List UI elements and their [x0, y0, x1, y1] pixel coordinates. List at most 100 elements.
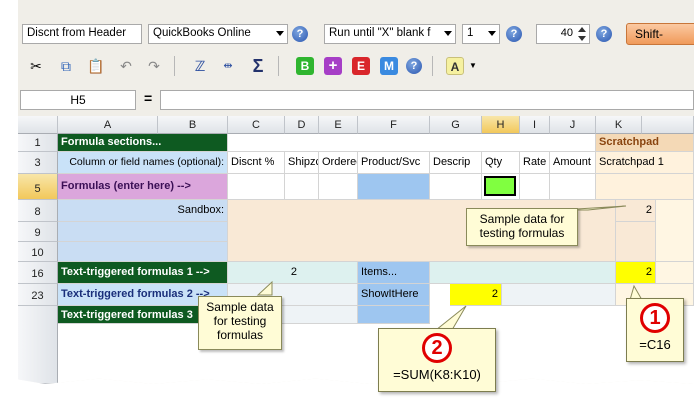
toolbar-top: Discnt from Header QuickBooks Online ? R… — [18, 22, 694, 48]
help-icon[interactable]: ? — [596, 26, 612, 42]
cell-l8-l10[interactable] — [656, 200, 694, 262]
help-icon[interactable]: ? — [406, 58, 422, 74]
help-icon[interactable]: ? — [506, 26, 522, 42]
shift-button[interactable]: Shift- — [626, 23, 694, 45]
cell-g23[interactable]: 2 — [450, 284, 502, 306]
column-header-a[interactable]: A — [58, 116, 158, 134]
cell-f24[interactable] — [358, 306, 430, 324]
row-header-23[interactable]: 23 — [18, 284, 58, 306]
row-header-3[interactable]: 3 — [18, 152, 58, 174]
cell-a9[interactable] — [58, 222, 228, 242]
cell-c1-j1[interactable] — [228, 134, 596, 152]
cell-c3[interactable]: Discnt % — [228, 152, 285, 174]
cell-k5[interactable] — [596, 174, 694, 200]
cut-icon[interactable]: ✂ — [26, 56, 46, 76]
cell-c5[interactable] — [228, 174, 285, 200]
run-mode-combo[interactable]: Run until "X" blank f — [324, 24, 456, 44]
field-source-combo[interactable]: Discnt from Header — [22, 24, 142, 44]
app-screenshot: Discnt from Header QuickBooks Online ? R… — [0, 0, 694, 402]
cell-h5[interactable] — [482, 174, 520, 200]
toolbar-separator — [278, 56, 279, 76]
callout-number-1: 1 — [640, 303, 670, 333]
column-header-d[interactable]: D — [285, 116, 319, 134]
cell-h3[interactable]: Qty — [482, 152, 520, 174]
cell-e3[interactable]: Orderec — [319, 152, 358, 174]
selected-cell-fill — [484, 176, 516, 196]
cell-k16[interactable]: 2 — [616, 262, 656, 284]
cell-k9-k10[interactable] — [616, 222, 656, 262]
cell-f16[interactable]: Items... — [358, 262, 430, 284]
cell-f3[interactable]: Product/Svc — [358, 152, 430, 174]
sum-icon[interactable]: Σ — [248, 56, 268, 76]
m-button[interactable]: M — [380, 57, 398, 75]
count-combo[interactable]: 1 — [462, 24, 500, 44]
cell-b8[interactable]: Sandbox: — [58, 200, 228, 222]
add-button[interactable]: + — [324, 57, 342, 75]
cell-f23[interactable]: ShowItHere — [358, 284, 430, 306]
app-combo[interactable]: QuickBooks Online — [148, 24, 288, 44]
row-header-9[interactable]: 9 — [18, 222, 58, 242]
column-header-h[interactable]: H — [482, 116, 520, 134]
column-header-more[interactable] — [642, 116, 694, 134]
cell-g16-j16[interactable] — [430, 262, 616, 284]
cell-h23-j23[interactable] — [502, 284, 616, 306]
cell-a5[interactable]: Formulas (enter here) --> — [58, 174, 228, 200]
spreadsheet-grid: A B C D E F G H I J K 1 3 5 8 9 10 16 23… — [18, 116, 694, 384]
cell-a16[interactable]: Text-triggered formulas 1 --> — [58, 262, 228, 284]
row-header-8[interactable]: 8 — [18, 200, 58, 222]
cell-k1[interactable]: Scratchpad — [596, 134, 694, 152]
delay-spinner[interactable]: 40 — [536, 24, 590, 44]
row-header-1[interactable]: 1 — [18, 134, 58, 152]
column-header-b[interactable]: B — [158, 116, 228, 134]
b-button[interactable]: B — [296, 57, 314, 75]
row-header-16[interactable]: 16 — [18, 262, 58, 284]
cell-d5[interactable] — [285, 174, 319, 200]
shift-button-label: Shift- — [635, 27, 664, 41]
cell-c16[interactable]: 2 — [228, 262, 358, 284]
redo-icon[interactable]: ↷ — [144, 56, 164, 76]
help-icon[interactable]: ? — [292, 26, 308, 42]
chevron-down-icon[interactable]: ▼ — [468, 56, 478, 76]
column-header-j[interactable]: J — [550, 116, 596, 134]
column-header-g[interactable]: G — [430, 116, 482, 134]
column-header-k[interactable]: K — [596, 116, 642, 134]
cell-d3[interactable]: Shipzc — [285, 152, 319, 174]
row-header-10[interactable]: 10 — [18, 242, 58, 262]
undo-icon[interactable]: ↶ — [116, 56, 136, 76]
format-icon[interactable]: ℤ — [190, 56, 210, 76]
spinner-arrows-icon[interactable] — [576, 26, 588, 42]
callout-sample-data-right: Sample data for testing formulas — [466, 208, 578, 246]
row-header-more[interactable] — [18, 306, 58, 384]
cell-k3[interactable]: Scratchpad 1 — [596, 152, 694, 174]
e-button[interactable]: E — [352, 57, 370, 75]
column-header-i[interactable]: I — [520, 116, 550, 134]
cell-f5[interactable] — [358, 174, 430, 200]
row-header-5[interactable]: 5 — [18, 174, 58, 200]
highlight-color-button[interactable]: A — [446, 57, 464, 75]
toolbar-separator — [432, 56, 433, 76]
chevron-down-icon — [276, 31, 284, 36]
cell-e5[interactable] — [319, 174, 358, 200]
cell-j5[interactable] — [550, 174, 596, 200]
formula-input[interactable] — [160, 90, 694, 110]
cell-a3[interactable]: Column or field names (optional): — [58, 152, 228, 174]
column-header-e[interactable]: E — [319, 116, 358, 134]
cell-a10[interactable] — [58, 242, 228, 262]
column-width-icon[interactable]: ⇹ — [218, 56, 238, 76]
delay-value: 40 — [560, 27, 573, 39]
cell-i5[interactable] — [520, 174, 550, 200]
callout-formula-1-text: =C16 — [639, 337, 671, 352]
paste-icon[interactable]: 📋 — [86, 56, 106, 76]
column-header-f[interactable]: F — [358, 116, 430, 134]
cell-j3[interactable]: Amount — [550, 152, 596, 174]
name-box[interactable]: H5 — [20, 90, 136, 110]
cell-a1[interactable]: Formula sections... — [58, 134, 228, 152]
select-all-corner[interactable] — [18, 116, 58, 134]
copy-icon[interactable]: ⧉ — [56, 56, 76, 76]
cell-g5[interactable] — [430, 174, 482, 200]
cell-g3[interactable]: Descrip — [430, 152, 482, 174]
cell-i3[interactable]: Rate — [520, 152, 550, 174]
cell-l16[interactable] — [656, 262, 694, 284]
column-header-c[interactable]: C — [228, 116, 285, 134]
cell-k8[interactable]: 2 — [616, 200, 656, 222]
